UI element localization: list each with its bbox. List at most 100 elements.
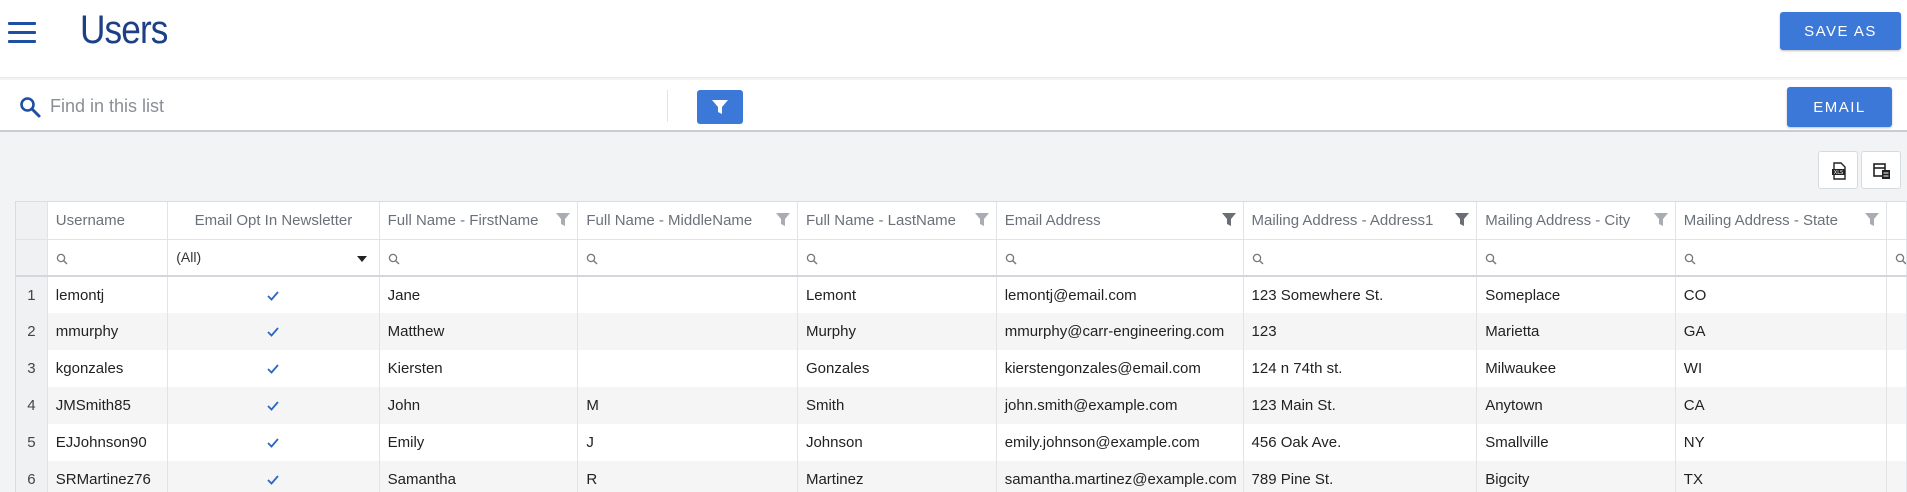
cell-username[interactable]: mmurphy [47, 313, 169, 350]
filter-cell-next[interactable] [1886, 239, 1907, 277]
cell-firstname[interactable]: Jane [379, 276, 579, 313]
column-header-next[interactable] [1886, 202, 1907, 240]
search-input[interactable] [50, 92, 650, 120]
save-as-button[interactable]: SAVE AS [1780, 12, 1901, 50]
cell-address1[interactable]: 123 Main St. [1243, 387, 1478, 424]
cell-state[interactable]: TX [1675, 461, 1888, 492]
cell-city[interactable]: Milwaukee [1476, 350, 1676, 387]
cell-lastname[interactable]: Lemont [797, 276, 997, 313]
filter-cell-email[interactable] [996, 239, 1244, 277]
column-header-city[interactable]: Mailing Address - City [1476, 202, 1676, 240]
column-header-email-address[interactable]: Email Address [996, 202, 1244, 240]
table-row[interactable]: 3 kgonzales Kiersten Gonzales kierstengonzal… [16, 350, 1907, 387]
table-row[interactable]: 6 SRMartinez76 Samantha R Martinez samantha.m… [16, 461, 1907, 492]
cell-lastname[interactable]: Murphy [797, 313, 997, 350]
cell-city[interactable]: Smallville [1476, 424, 1676, 461]
column-header-state[interactable]: Mailing Address - State [1675, 202, 1888, 240]
cell-firstname[interactable]: John [379, 387, 579, 424]
cell-email[interactable]: emily.johnson@example.com [996, 424, 1244, 461]
cell-lastname[interactable]: Gonzales [797, 350, 997, 387]
cell-username[interactable]: lemontj [47, 276, 169, 313]
filter-cell-username[interactable] [47, 239, 169, 277]
cell-address1[interactable]: 124 n 74th st. [1243, 350, 1478, 387]
cell-opt-in[interactable] [167, 350, 380, 387]
cell-state[interactable]: GA [1675, 313, 1888, 350]
cell-next[interactable] [1886, 424, 1907, 461]
cell-city[interactable]: Marietta [1476, 313, 1676, 350]
cell-address1[interactable]: 456 Oak Ave. [1243, 424, 1478, 461]
cell-username[interactable]: kgonzales [47, 350, 169, 387]
cell-next[interactable] [1886, 387, 1907, 424]
filter-button[interactable] [697, 90, 743, 124]
filter-cell-city[interactable] [1476, 239, 1676, 277]
cell-firstname[interactable]: Matthew [379, 313, 579, 350]
cell-state[interactable]: WI [1675, 350, 1888, 387]
cell-city[interactable]: Bigcity [1476, 461, 1676, 492]
filter-select-opt-in[interactable]: (All) [167, 239, 380, 277]
export-xls-button[interactable]: XLS [1818, 151, 1858, 189]
cell-username[interactable]: JMSmith85 [47, 387, 169, 424]
cell-opt-in[interactable] [167, 313, 380, 350]
cell-email[interactable]: john.smith@example.com [996, 387, 1244, 424]
column-header-username[interactable]: Username [47, 202, 169, 240]
cell-state[interactable]: CA [1675, 387, 1888, 424]
cell-email[interactable]: samantha.martinez@example.com [996, 461, 1244, 492]
filter-cell-lastname[interactable] [797, 239, 997, 277]
column-header-lastname[interactable]: Full Name - LastName [797, 202, 997, 240]
cell-next[interactable] [1886, 461, 1907, 492]
cell-state[interactable]: CO [1675, 276, 1888, 313]
cell-middlename[interactable] [577, 276, 798, 313]
cell-city[interactable]: Anytown [1476, 387, 1676, 424]
table-row[interactable]: 4 JMSmith85 John M Smith john.smith@example.c… [16, 387, 1907, 424]
cell-email[interactable]: kierstengonzales@email.com [996, 350, 1244, 387]
filter-icon[interactable] [1455, 213, 1470, 227]
cell-address1[interactable]: 123 [1243, 313, 1478, 350]
email-button[interactable]: EMAIL [1787, 87, 1892, 127]
cell-middlename[interactable] [577, 350, 798, 387]
table-row[interactable]: 1 lemontj Jane Lemont lemontj@email.com 123 S… [16, 276, 1907, 313]
table-row[interactable]: 5 EJJohnson90 Emily J Johnson emily.johnson@e… [16, 424, 1907, 461]
cell-email[interactable]: lemontj@email.com [996, 276, 1244, 313]
filter-icon[interactable] [775, 213, 790, 227]
cell-opt-in[interactable] [167, 461, 380, 492]
cell-next[interactable] [1886, 313, 1907, 350]
cell-email[interactable]: mmurphy@carr-engineering.com [996, 313, 1244, 350]
column-header-email-opt-in[interactable]: Email Opt In Newsletter [167, 202, 380, 240]
cell-username[interactable]: EJJohnson90 [47, 424, 169, 461]
column-chooser-button[interactable] [1861, 151, 1901, 189]
table-row[interactable]: 2 mmurphy Matthew Murphy mmurphy@carr-engine… [16, 313, 1907, 350]
filter-cell-firstname[interactable] [379, 239, 579, 277]
filter-icon[interactable] [1865, 213, 1880, 227]
cell-opt-in[interactable] [167, 424, 380, 461]
filter-cell-state[interactable] [1675, 239, 1888, 277]
cell-next[interactable] [1886, 350, 1907, 387]
cell-state[interactable]: NY [1675, 424, 1888, 461]
cell-firstname[interactable]: Samantha [379, 461, 579, 492]
filter-icon[interactable] [974, 213, 989, 227]
cell-opt-in[interactable] [167, 276, 380, 313]
cell-address1[interactable]: 123 Somewhere St. [1243, 276, 1478, 313]
cell-username[interactable]: SRMartinez76 [47, 461, 169, 492]
cell-opt-in[interactable] [167, 387, 380, 424]
cell-lastname[interactable]: Johnson [797, 424, 997, 461]
cell-firstname[interactable]: Kiersten [379, 350, 579, 387]
column-header-firstname[interactable]: Full Name - FirstName [379, 202, 579, 240]
filter-cell-address1[interactable] [1243, 239, 1478, 277]
filter-cell-middlename[interactable] [577, 239, 798, 277]
cell-middlename[interactable]: J [577, 424, 798, 461]
cell-city[interactable]: Someplace [1476, 276, 1676, 313]
filter-icon[interactable] [1221, 213, 1236, 227]
cell-middlename[interactable]: R [577, 461, 798, 492]
cell-next[interactable] [1886, 276, 1907, 313]
cell-lastname[interactable]: Martinez [797, 461, 997, 492]
column-header-address1[interactable]: Mailing Address - Address1 [1243, 202, 1478, 240]
cell-middlename[interactable]: M [577, 387, 798, 424]
hamburger-menu-icon[interactable] [8, 22, 36, 44]
column-header-middlename[interactable]: Full Name - MiddleName [577, 202, 798, 240]
cell-middlename[interactable] [577, 313, 798, 350]
cell-lastname[interactable]: Smith [797, 387, 997, 424]
cell-firstname[interactable]: Emily [379, 424, 579, 461]
filter-icon[interactable] [1653, 213, 1668, 227]
cell-address1[interactable]: 789 Pine St. [1243, 461, 1478, 492]
filter-icon[interactable] [556, 213, 571, 227]
